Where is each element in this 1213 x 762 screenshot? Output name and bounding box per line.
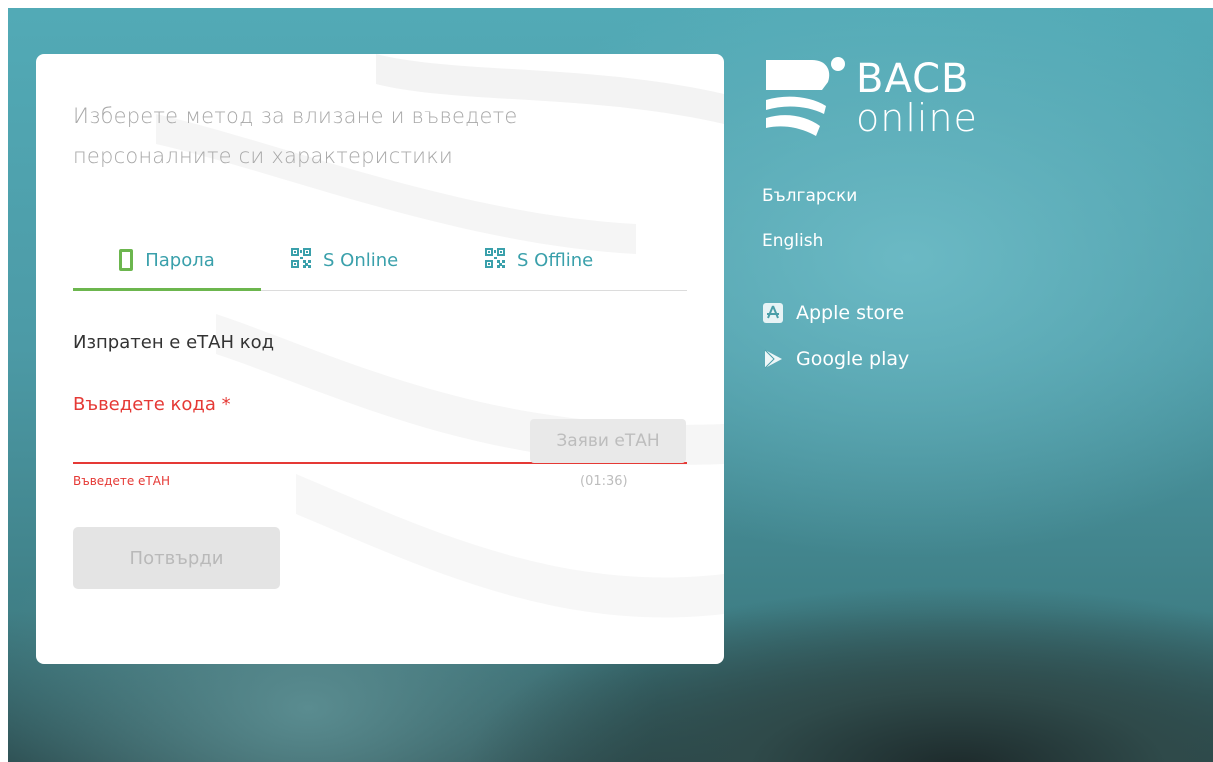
apple-store-link[interactable]: Apple store	[762, 302, 904, 324]
qr-code-icon	[485, 248, 505, 273]
code-field-label: Въведете кода *	[73, 394, 231, 415]
brand-name-bottom: online	[856, 96, 978, 140]
confirm-button[interactable]: Потвърди	[73, 527, 280, 589]
resend-timer: (01:36)	[580, 474, 628, 489]
login-method-tabs: Парола S Online S Offline	[73, 232, 687, 291]
etan-sent-message: Изпратен е еТАН код	[73, 332, 275, 353]
google-play-icon	[762, 348, 784, 370]
tab-s-online[interactable]: S Online	[291, 232, 398, 289]
google-play-label: Google play	[796, 348, 910, 370]
qr-code-icon	[291, 248, 311, 273]
login-card: Изберете метод за влизане и въведете пер…	[36, 54, 724, 664]
brand-name-top: BACB	[856, 56, 970, 102]
tab-password-label: Парола	[145, 249, 215, 271]
bacb-logo-icon	[766, 57, 845, 136]
code-error-message: Въведете еТАН	[73, 474, 170, 488]
app-store-icon	[762, 302, 784, 324]
apple-store-label: Apple store	[796, 302, 905, 324]
brand-name: BACB online	[856, 59, 978, 137]
tab-s-offline-label: S Offline	[517, 250, 594, 271]
language-english-link[interactable]: English	[762, 231, 823, 251]
bacb-online-logo: BACB online	[762, 56, 978, 140]
google-play-link[interactable]: Google play	[762, 348, 909, 370]
tab-s-online-label: S Online	[323, 250, 399, 271]
request-etan-button[interactable]: Заяви еТАН	[530, 419, 686, 463]
page-heading: Изберете метод за влизане и въведете пер…	[73, 104, 518, 168]
tab-password[interactable]: Парола	[73, 232, 261, 291]
language-bulgarian-link[interactable]: Български	[762, 186, 857, 206]
tab-s-offline[interactable]: S Offline	[485, 232, 593, 289]
phone-icon	[119, 249, 134, 271]
